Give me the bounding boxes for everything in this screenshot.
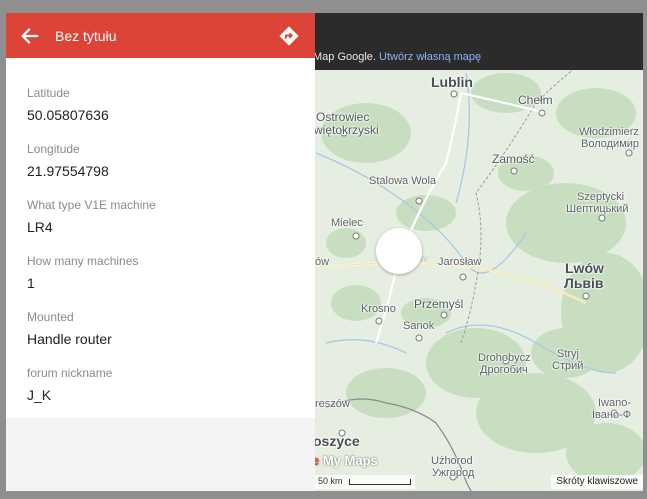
city-label-jaroslaw: Jarosław — [438, 256, 482, 268]
city-label-szeptycki: Szeptycki — [577, 191, 625, 203]
scale-line — [348, 478, 411, 485]
city-label-lublin: Lublin — [431, 74, 473, 90]
field-label: Latitude — [27, 86, 70, 100]
details-panel: Bez tytułu Latitude 50.05807636 Longitud… — [6, 13, 315, 491]
logo-text: My Maps — [319, 453, 378, 468]
field-mounted: Mounted Handle router — [27, 310, 112, 347]
field-value: 21.97554798 — [27, 163, 109, 179]
city-label-tarnow: ów — [315, 256, 330, 268]
field-latitude: Latitude 50.05807636 — [27, 86, 109, 123]
city-label-krosno: Krosno — [361, 303, 396, 315]
field-forum-nickname: forum nickname J_K — [27, 366, 112, 403]
app-frame: Lublin Chełm Ostrowiec więtokrzyski Włod… — [6, 13, 643, 491]
city-label-iwano: Iwano- — [598, 397, 632, 409]
create-map-link[interactable]: Utwórz własną mapę — [379, 51, 481, 63]
field-longitude: Longitude 21.97554798 — [27, 142, 109, 179]
city-label-stalowa-wola: Stalowa Wola — [369, 175, 437, 187]
keyboard-shortcuts-button[interactable]: Skróty klawiszowe — [551, 475, 643, 489]
city-label-szeptycki-2: Шептицький — [566, 203, 629, 215]
city-label-uzhorod-2: Ужгород — [432, 467, 475, 479]
city-label-mielec: Mielec — [331, 217, 363, 229]
city-label-drohobycz: Drohobycz — [478, 352, 531, 364]
field-value: 1 — [27, 275, 35, 291]
city-label-ostrowiec-2: więtokrzyski — [314, 123, 379, 137]
field-label: How many machines — [27, 254, 139, 268]
city-label-przemysl: Przemyśl — [414, 297, 464, 311]
my-maps-logo: e My Maps — [312, 453, 378, 468]
city-label-iwano-2: Івано-Ф — [592, 409, 632, 421]
city-label-zamosc: Zamość — [492, 152, 535, 166]
city-label-wlodzimierz: Włodzimierz — [579, 126, 639, 138]
back-arrow-icon[interactable] — [19, 25, 41, 47]
map-scale[interactable]: 50 km — [314, 475, 415, 489]
panel-header: Bez tytułu — [6, 13, 315, 58]
city-label-koszyce: oszyce — [313, 433, 360, 449]
field-machine-count: How many machines 1 — [27, 254, 138, 291]
field-value: LR4 — [27, 219, 53, 235]
city-label-lwow: Lwów — [565, 260, 604, 276]
city-label-reszow: reszów — [315, 398, 350, 410]
map-attribution: Map Google. Utwórz własną mapę — [313, 51, 481, 63]
city-label-sanok: Sanok — [403, 320, 435, 332]
field-label: Mounted — [27, 310, 74, 324]
city-label-ostrowiec: Ostrowiec — [316, 110, 370, 124]
city-label-drohobycz-2: Дрогобич — [480, 364, 528, 376]
scale-label: 50 km — [318, 476, 343, 486]
city-label-chelm: Chełm — [518, 93, 553, 107]
field-value: 50.05807636 — [27, 107, 109, 123]
field-label: What type V1E machine — [27, 198, 156, 212]
city-label-uzhorod: Użhorod — [431, 455, 473, 467]
field-machine-type: What type V1E machine LR4 — [27, 198, 156, 235]
attribution-text: Map Google. — [313, 51, 376, 63]
directions-icon[interactable] — [278, 25, 300, 47]
panel-title: Bez tytułu — [55, 28, 117, 44]
city-label-stryj-2: Стрий — [552, 360, 584, 372]
field-value: Handle router — [27, 331, 112, 347]
location-marker-highlight[interactable] — [376, 228, 422, 274]
panel-body: Latitude 50.05807636 Longitude 21.975547… — [6, 58, 315, 418]
field-label: Longitude — [27, 142, 80, 156]
city-label-lwow-2: Львів — [564, 275, 604, 291]
field-value: J_K — [27, 387, 52, 403]
field-label: forum nickname — [27, 366, 113, 380]
city-label-stryj: Stryj — [557, 348, 579, 360]
city-label-wlodzimierz-2: Володимир — [581, 138, 640, 150]
